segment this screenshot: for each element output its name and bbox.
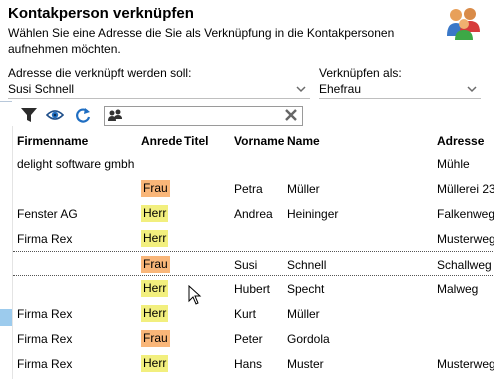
cell-name: Müller xyxy=(287,182,320,196)
link-type-select-value: Ehefrau xyxy=(319,82,362,96)
address-grid: Firmenname Anrede Titel Vorname Name Adr… xyxy=(12,126,494,379)
cell-name: Müller xyxy=(287,307,320,321)
dialog-title: Kontakperson verknüpfen xyxy=(8,5,194,22)
row-indicator xyxy=(0,309,12,326)
table-row[interactable]: Firma Rex Herr Hans Muster Musterweg xyxy=(13,351,494,376)
cell-adresse: Musterweg xyxy=(437,357,494,371)
chevron-down-icon[interactable] xyxy=(465,83,479,95)
table-row[interactable]: Firma Rex Frau Peter Gordola xyxy=(13,326,494,351)
filter-icon[interactable] xyxy=(20,106,38,124)
clear-search-icon[interactable] xyxy=(284,108,298,122)
cell-adresse: Malweg xyxy=(437,282,479,296)
table-row[interactable]: Herr Hubert Specht Malweg xyxy=(13,276,494,301)
eye-icon[interactable] xyxy=(46,106,64,124)
column-header-name[interactable]: Name xyxy=(287,134,320,148)
table-row[interactable]: Fenster AG Herr Andrea Heininger Falkenweg xyxy=(13,201,494,226)
cell-name: Muster xyxy=(287,357,324,371)
salutation-badge: Herr xyxy=(141,305,169,322)
cell-vorname: Petra xyxy=(234,182,263,196)
cell-name: Gordola xyxy=(287,332,330,346)
cell-firma: delight software gmbh xyxy=(17,157,135,171)
mouse-cursor-icon xyxy=(188,285,202,305)
cell-firma: Firma Rex xyxy=(17,332,73,346)
cell-name: Heininger xyxy=(287,207,339,221)
contacts-icon xyxy=(108,109,122,121)
cell-adresse: Schallweg 6 xyxy=(437,258,494,272)
cell-vorname: Hans xyxy=(234,357,263,371)
salutation-badge: Herr xyxy=(141,205,169,222)
cell-vorname: Peter xyxy=(234,332,263,346)
chevron-down-icon[interactable] xyxy=(294,83,308,95)
address-select[interactable]: Susi Schnell xyxy=(8,80,310,99)
cell-vorname: Hubert xyxy=(234,282,271,296)
refresh-icon[interactable] xyxy=(74,106,92,124)
address-label: Adresse die verknüpft werden soll: xyxy=(8,66,192,80)
link-type-label: Verknüpfen als: xyxy=(319,66,402,80)
cell-firma: Firma Rex xyxy=(17,307,73,321)
cell-vorname: Susi xyxy=(234,258,258,272)
salutation-badge: Herr xyxy=(141,355,169,372)
salutation-badge: Herr xyxy=(141,230,169,247)
cell-adresse: Falkenweg xyxy=(437,207,494,221)
cell-firma: Firma Rex xyxy=(17,232,73,246)
cell-firma: Fenster AG xyxy=(17,207,78,221)
salutation-badge: Frau xyxy=(141,330,170,347)
cell-vorname: Kurt xyxy=(234,307,257,321)
column-header-vorname[interactable]: Vorname xyxy=(234,134,284,148)
address-select-value: Susi Schnell xyxy=(8,82,75,96)
table-row[interactable]: delight software gmbh Mühle xyxy=(13,151,494,176)
contacts-logo-icon xyxy=(447,8,480,40)
table-row[interactable]: Frau Petra Müller Müllerei 23 xyxy=(13,176,494,201)
cell-vorname: Andrea xyxy=(234,207,273,221)
panel-edge-line xyxy=(0,101,12,102)
salutation-badge: Herr xyxy=(141,280,169,297)
link-type-select[interactable]: Ehefrau xyxy=(319,80,481,99)
table-row[interactable]: Firma Rex Herr Musterweg xyxy=(13,226,494,251)
cell-name: Schnell xyxy=(287,258,327,272)
cell-adresse: Mühle xyxy=(437,157,470,171)
table-row[interactable]: Firma Rex Herr Kurt Müller xyxy=(13,301,494,326)
dialog-subtitle: Wählen Sie eine Adresse die Sie als Verk… xyxy=(8,26,395,56)
column-header-anrede[interactable]: Anrede xyxy=(141,134,183,148)
cell-name: Specht xyxy=(287,282,325,296)
column-header-titel[interactable]: Titel xyxy=(184,134,208,148)
column-header-adresse[interactable]: Adresse xyxy=(437,134,484,148)
table-row[interactable]: Frau Susi Schnell Schallweg 6 xyxy=(13,251,494,276)
column-header-firmenname[interactable]: Firmenname xyxy=(17,134,88,148)
salutation-badge: Frau xyxy=(141,180,170,197)
cell-firma: Firma Rex xyxy=(17,357,73,371)
cell-adresse: Müllerei 23 xyxy=(437,182,494,196)
search-field[interactable] xyxy=(104,106,303,126)
salutation-badge: Frau xyxy=(141,256,170,273)
cell-adresse: Musterweg xyxy=(437,232,494,246)
